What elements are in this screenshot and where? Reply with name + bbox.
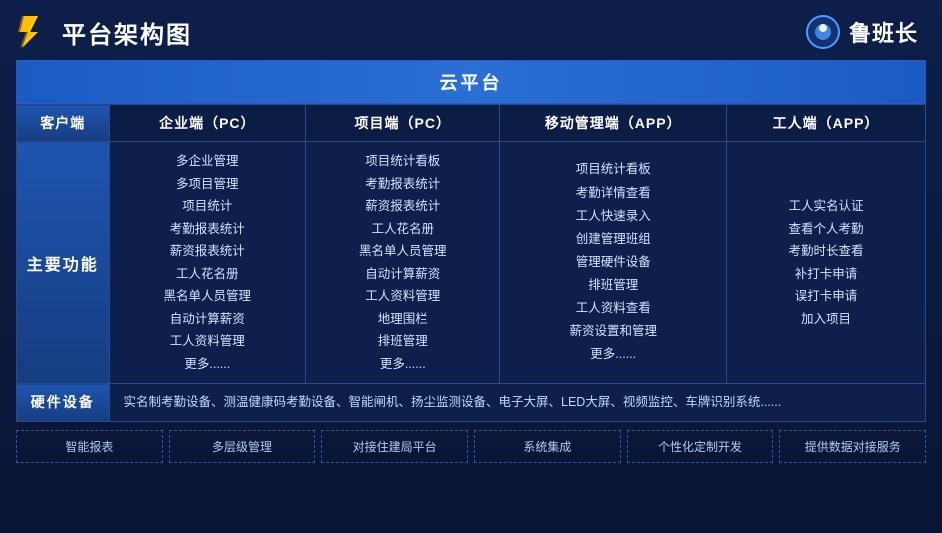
main-content: 云平台 客户端 企业端（PC） 项目端（PC） 移动管理端（APP） 工人端（ [0,60,942,473]
list-item: 薪资报表统计 [122,240,294,263]
list-item: 排班管理 [508,274,718,297]
project-items: 项目统计看板 考勤报表统计 薪资报表统计 工人花名册 黑名单人员管理 自动计算薪… [318,150,487,375]
list-item: 查看个人考勤 [739,218,913,241]
main-function-row: 主要功能 多企业管理 多项目管理 项目统计 考勤报表统计 薪资报表统计 工人花名… [17,142,926,384]
list-item: 更多...... [122,353,294,376]
list-item: 考勤详情查看 [508,182,718,205]
feature-system-integration: 系统集成 [474,430,621,463]
hardware-content: 实名制考勤设备、测温健康码考勤设备、智能闸机、扬尘监测设备、电子大屏、LED大屏… [109,384,925,422]
col-header-client: 客户端 [17,105,110,142]
cloud-platform-bar: 云平台 [16,60,926,104]
platform-table: 客户端 企业端（PC） 项目端（PC） 移动管理端（APP） 工人端（APP） [16,104,926,422]
list-item: 薪资报表统计 [318,195,487,218]
brand-logo: 鲁班长 [805,14,918,50]
list-item: 项目统计看板 [508,158,718,181]
list-item: 工人花名册 [318,218,487,241]
list-item: 薪资设置和管理 [508,320,718,343]
list-item: 自动计算薪资 [318,263,487,286]
list-item: 项目统计 [122,195,294,218]
worker-content: 工人实名认证 查看个人考勤 考勤时长查看 补打卡申请 误打卡申请 加入项目 [727,142,926,384]
brand-name: 鲁班长 [849,16,918,48]
list-item: 多企业管理 [122,150,294,173]
header-left: 平台架构图 [16,14,192,50]
column-headers-row: 客户端 企业端（PC） 项目端（PC） 移动管理端（APP） 工人端（APP） [17,105,926,142]
col-header-enterprise: 企业端（PC） [109,105,306,142]
col-header-project: 项目端（PC） [306,105,500,142]
list-item: 黑名单人员管理 [318,240,487,263]
list-item: 工人快速录入 [508,205,718,228]
col-header-worker: 工人端（APP） [727,105,926,142]
list-item: 加入项目 [739,308,913,331]
project-content: 项目统计看板 考勤报表统计 薪资报表统计 工人花名册 黑名单人员管理 自动计算薪… [306,142,500,384]
feature-smart-report: 智能报表 [16,430,163,463]
features-row: 智能报表 多层级管理 对接住建局平台 系统集成 个性化定制开发 提供数据对接服务 [16,430,926,463]
list-item: 考勤时长查看 [739,240,913,263]
feature-multilevel: 多层级管理 [169,430,316,463]
list-item: 工人实名认证 [739,195,913,218]
app-container: 平台架构图 鲁班长 云平台 客户端 企业端（PC） [0,0,942,533]
list-item: 更多...... [508,343,718,366]
page-title: 平台架构图 [62,15,192,50]
list-item: 考勤报表统计 [318,173,487,196]
list-item: 排班管理 [318,330,487,353]
hardware-label: 硬件设备 [17,384,110,422]
enterprise-content: 多企业管理 多项目管理 项目统计 考勤报表统计 薪资报表统计 工人花名册 黑名单… [109,142,306,384]
list-item: 工人资料管理 [318,285,487,308]
hardware-row: 硬件设备 实名制考勤设备、测温健康码考勤设备、智能闸机、扬尘监测设备、电子大屏、… [17,384,926,422]
list-item: 黑名单人员管理 [122,285,294,308]
list-item: 考勤报表统计 [122,218,294,241]
feature-housing-connect: 对接住建局平台 [321,430,468,463]
list-item: 自动计算薪资 [122,308,294,331]
feature-custom-dev: 个性化定制开发 [627,430,774,463]
mobile-content: 项目统计看板 考勤详情查看 工人快速录入 创建管理班组 管理硬件设备 排班管理 … [500,142,727,384]
list-item: 管理硬件设备 [508,251,718,274]
logo-icon [16,14,52,50]
list-item: 工人资料管理 [122,330,294,353]
brand-icon [805,14,841,50]
feature-data-service: 提供数据对接服务 [779,430,926,463]
list-item: 补打卡申请 [739,263,913,286]
list-item: 工人花名册 [122,263,294,286]
list-item: 项目统计看板 [318,150,487,173]
list-item: 创建管理班组 [508,228,718,251]
list-item: 更多...... [318,353,487,376]
list-item: 多项目管理 [122,173,294,196]
worker-items: 工人实名认证 查看个人考勤 考勤时长查看 补打卡申请 误打卡申请 加入项目 [739,195,913,330]
mobile-items: 项目统计看板 考勤详情查看 工人快速录入 创建管理班组 管理硬件设备 排班管理 … [508,158,718,366]
header: 平台架构图 鲁班长 [0,0,942,60]
enterprise-items: 多企业管理 多项目管理 项目统计 考勤报表统计 薪资报表统计 工人花名册 黑名单… [122,150,294,375]
list-item: 工人资料查看 [508,297,718,320]
list-item: 地理围栏 [318,308,487,331]
main-function-label: 主要功能 [17,142,110,384]
col-header-mobile: 移动管理端（APP） [500,105,727,142]
list-item: 误打卡申请 [739,285,913,308]
